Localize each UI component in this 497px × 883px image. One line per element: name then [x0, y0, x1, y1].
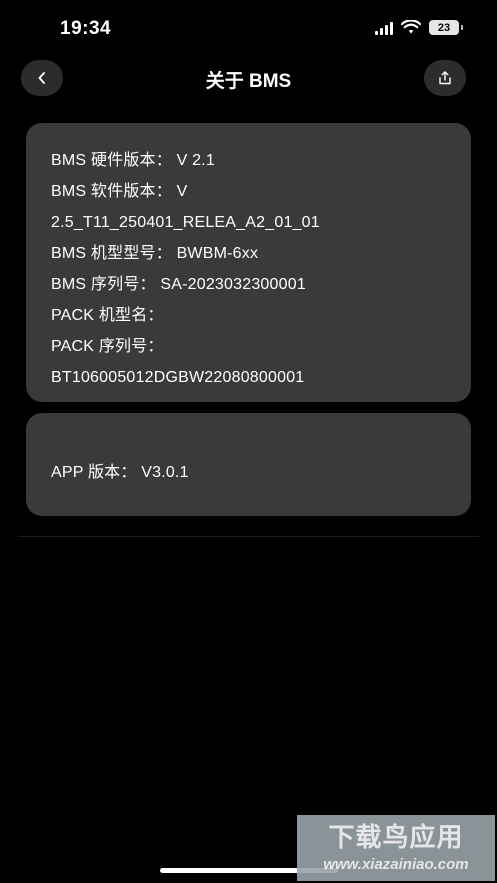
cellular-signal-icon [375, 21, 393, 35]
pack-serial-value: BT106005012DGBW22080800001 [51, 369, 305, 386]
watermark-logo: 下载鸟应用 www.xiazainiao.com [297, 815, 495, 881]
bms-info-card: BMS 硬件版本： V 2.1 BMS 软件版本： V 2.5_T11_2504… [26, 123, 471, 402]
bms-serial: BMS 序列号： SA-2023032300001 [51, 276, 306, 293]
status-time: 19:34 [60, 18, 112, 39]
divider [18, 536, 479, 537]
app-info-card: APP 版本： V3.0.1 [26, 413, 471, 516]
wifi-icon [401, 20, 421, 34]
page-title: 关于 BMS [205, 71, 292, 92]
bms-model: BMS 机型型号： BWBM-6xx [51, 245, 259, 262]
status-bar: 19:34 23 [0, 0, 497, 60]
bms-hardware-version: BMS 硬件版本： V 2.1 [51, 152, 215, 169]
watermark-brand: 下载鸟应用 [328, 822, 464, 852]
bms-software-version-label: BMS 软件版本： V [51, 183, 188, 200]
status-icons: 23 [375, 20, 463, 35]
share-icon [439, 71, 451, 85]
pack-serial-label: PACK 序列号： [51, 338, 164, 355]
app-version: APP 版本： V3.0.1 [51, 464, 189, 481]
watermark-url: www.xiazainiao.com [323, 856, 469, 873]
share-button[interactable] [424, 60, 466, 96]
battery-icon: 23 [429, 20, 463, 35]
nav-bar: 关于 BMS [0, 58, 497, 102]
pack-model: PACK 机型名： [51, 307, 164, 324]
bms-software-version-value: 2.5_T11_250401_RELEA_A2_01_01 [51, 214, 320, 231]
